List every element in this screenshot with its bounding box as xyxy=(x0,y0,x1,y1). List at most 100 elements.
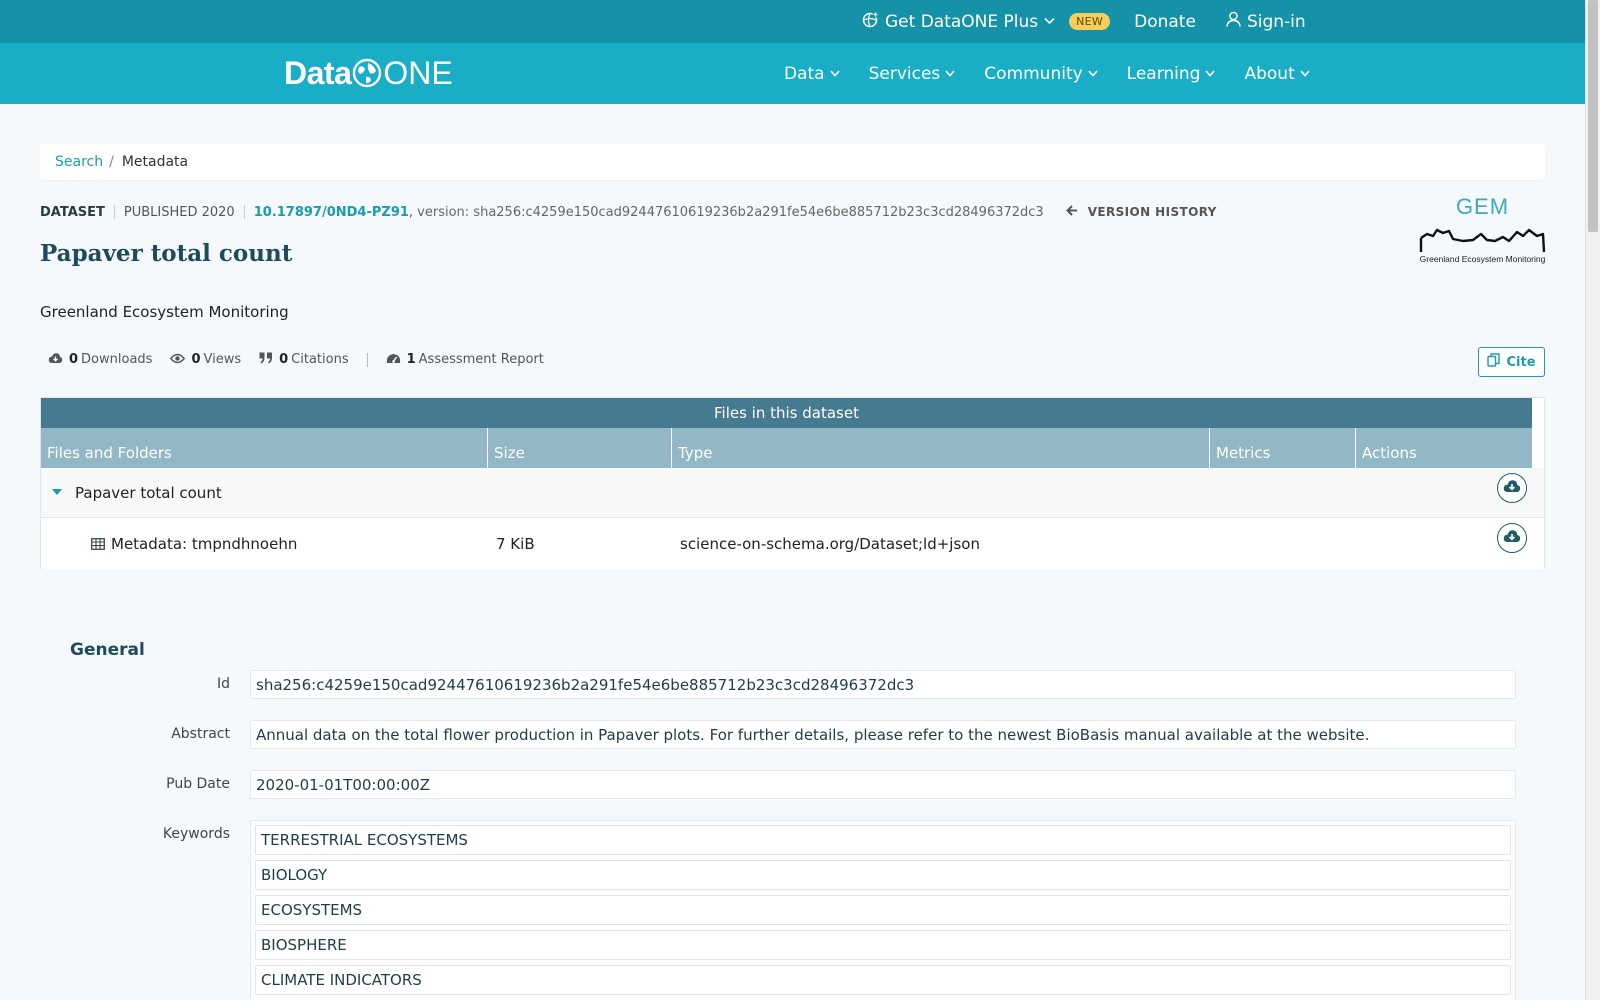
copy-icon xyxy=(1487,353,1501,371)
metrics-divider xyxy=(366,352,368,367)
logo-globe-icon xyxy=(352,57,382,89)
file-row[interactable]: Metadata: tmpndhnoehn 7 KiB science-on-s… xyxy=(41,519,1544,569)
chevron-down-icon xyxy=(1044,15,1055,28)
folder-row[interactable]: Papaver total count xyxy=(41,468,1544,518)
globe-plus-icon xyxy=(862,11,879,33)
pubdate-value: 2020-01-01T00:00:00Z xyxy=(250,770,1516,799)
abstract-label: Abstract xyxy=(171,726,230,742)
chevron-down-icon xyxy=(1205,67,1216,80)
file-download-button[interactable] xyxy=(1497,523,1527,553)
keyword-item: ECOSYSTEMS xyxy=(255,895,1511,925)
caret-down-icon[interactable] xyxy=(52,486,62,499)
published-year: PUBLISHED 2020 xyxy=(123,204,235,220)
col-type[interactable]: Type xyxy=(672,428,1210,468)
citations-label: Citations xyxy=(291,352,349,367)
nav-community[interactable]: Community xyxy=(984,63,1098,84)
chevron-down-icon xyxy=(829,67,840,80)
dataone-logo[interactable]: Data ONE xyxy=(284,55,453,91)
files-table: Files in this dataset Files and Folders … xyxy=(40,397,1545,569)
general-heading: General xyxy=(70,640,145,660)
cite-button-label: Cite xyxy=(1506,354,1536,370)
nav-services-label: Services xyxy=(868,63,941,84)
cloud-download-icon xyxy=(1503,479,1521,497)
nav-data[interactable]: Data xyxy=(784,64,840,84)
pubdate-label: Pub Date xyxy=(166,776,230,792)
cite-button[interactable]: Cite xyxy=(1478,347,1545,377)
get-dataone-plus-menu[interactable]: Get DataONE Plus NEW xyxy=(862,11,1111,33)
doi-link[interactable]: 10.17897/0ND4-PZ91 xyxy=(254,205,409,220)
version-history-link[interactable]: VERSION HISTORY xyxy=(1065,204,1217,220)
chevron-down-icon xyxy=(1300,67,1310,80)
version-history-label: VERSION HISTORY xyxy=(1087,205,1217,219)
nav-data-label: Data xyxy=(784,63,825,84)
downloads-label: Downloads xyxy=(81,352,153,367)
metric-assessment-report[interactable]: 1 Assessment Report xyxy=(386,352,544,367)
page-scrollbar[interactable] xyxy=(1585,0,1600,1000)
main-navbar: Data ONE Data Services Community Learnin… xyxy=(0,43,1585,104)
user-icon xyxy=(1226,11,1241,32)
nav-services[interactable]: Services xyxy=(869,64,956,84)
gem-logo-subtitle: Greenland Ecosystem Monitoring xyxy=(1419,254,1546,264)
breadcrumb-search-link[interactable]: Search xyxy=(55,154,103,170)
views-count: 0 xyxy=(191,352,201,367)
nav-community-label: Community xyxy=(984,63,1083,84)
keyword-item: BIOLOGY xyxy=(255,860,1511,890)
new-badge: NEW xyxy=(1069,13,1111,30)
folder-download-button[interactable] xyxy=(1497,473,1527,503)
breadcrumb-current: Metadata xyxy=(121,154,189,170)
metric-downloads[interactable]: 0 Downloads xyxy=(48,352,152,367)
metric-citations[interactable]: 0 Citations xyxy=(259,352,349,367)
cloud-download-icon xyxy=(48,352,63,367)
gem-logo: GEM Greenland Ecosystem Monitoring xyxy=(1419,194,1546,266)
page-title: Papaver total count xyxy=(40,240,293,267)
assessment-label: Assessment Report xyxy=(418,352,544,367)
scrollbar-thumb[interactable] xyxy=(1588,0,1598,232)
keywords-label: Keywords xyxy=(162,826,230,842)
id-value: sha256:c4259e150cad92447610619236b2a291f… xyxy=(250,670,1516,699)
eye-icon xyxy=(170,353,186,367)
col-metrics[interactable]: Metrics xyxy=(1210,428,1356,468)
table-icon xyxy=(91,538,105,550)
id-label: Id xyxy=(216,676,230,692)
folder-name: Papaver total count xyxy=(75,483,222,502)
citation-meta: DATASET PUBLISHED 2020 10.17897/0ND4-PZ9… xyxy=(40,204,1217,220)
dataset-type-label: DATASET xyxy=(40,204,105,220)
keywords-list: TERRESTRIAL ECOSYSTEMS BIOLOGY ECOSYSTEM… xyxy=(250,820,1516,1000)
top-utility-links: Get DataONE Plus NEW Donate Sign-in xyxy=(862,0,1306,43)
arrow-left-icon xyxy=(1065,204,1078,220)
meta-divider xyxy=(243,205,245,219)
dataset-creator[interactable]: Greenland Ecosystem Monitoring xyxy=(40,303,289,321)
downloads-count: 0 xyxy=(69,352,79,367)
metric-views[interactable]: 0 Views xyxy=(170,352,241,367)
get-dataone-plus-label: Get DataONE Plus xyxy=(885,11,1039,32)
keyword-item: CLIMATE INDICATORS xyxy=(255,965,1511,995)
file-name[interactable]: Metadata: tmpndhnoehn xyxy=(111,535,496,553)
col-size[interactable]: Size xyxy=(488,428,672,468)
col-files-and-folders[interactable]: Files and Folders xyxy=(41,428,488,468)
chevron-down-icon xyxy=(1088,67,1098,80)
breadcrumb: Search / Metadata xyxy=(40,144,1545,180)
file-size: 7 KiB xyxy=(496,535,535,553)
dataset-metrics: 0 Downloads 0 Views 0 Citations 1 Assess… xyxy=(48,352,562,367)
files-table-columns: Files and Folders Size Type Metrics Acti… xyxy=(41,428,1532,468)
sign-in-link[interactable]: Sign-in xyxy=(1226,11,1306,32)
logo-text-data: Data xyxy=(284,54,352,91)
col-actions[interactable]: Actions xyxy=(1356,428,1532,468)
nav-about[interactable]: About xyxy=(1244,64,1310,84)
assessment-count: 1 xyxy=(406,352,416,367)
abstract-value: Annual data on the total flower producti… xyxy=(250,720,1516,749)
breadcrumb-separator: / xyxy=(109,154,114,170)
views-label: Views xyxy=(203,352,242,367)
gauge-icon xyxy=(386,352,401,367)
version-id: , version: sha256:c4259e150cad9244761061… xyxy=(408,204,1044,220)
sign-in-label: Sign-in xyxy=(1246,11,1306,32)
gem-logo-title: GEM xyxy=(1455,194,1510,219)
quote-icon xyxy=(259,352,273,367)
keyword-item: TERRESTRIAL ECOSYSTEMS xyxy=(255,825,1511,855)
main-nav-menu: Data Services Community Learning About xyxy=(784,43,1339,104)
nav-learning[interactable]: Learning xyxy=(1127,64,1216,84)
meta-divider xyxy=(113,205,115,219)
donate-link[interactable]: Donate xyxy=(1134,12,1196,32)
cloud-download-icon xyxy=(1503,529,1521,547)
top-utility-bar: Get DataONE Plus NEW Donate Sign-in xyxy=(0,0,1585,43)
